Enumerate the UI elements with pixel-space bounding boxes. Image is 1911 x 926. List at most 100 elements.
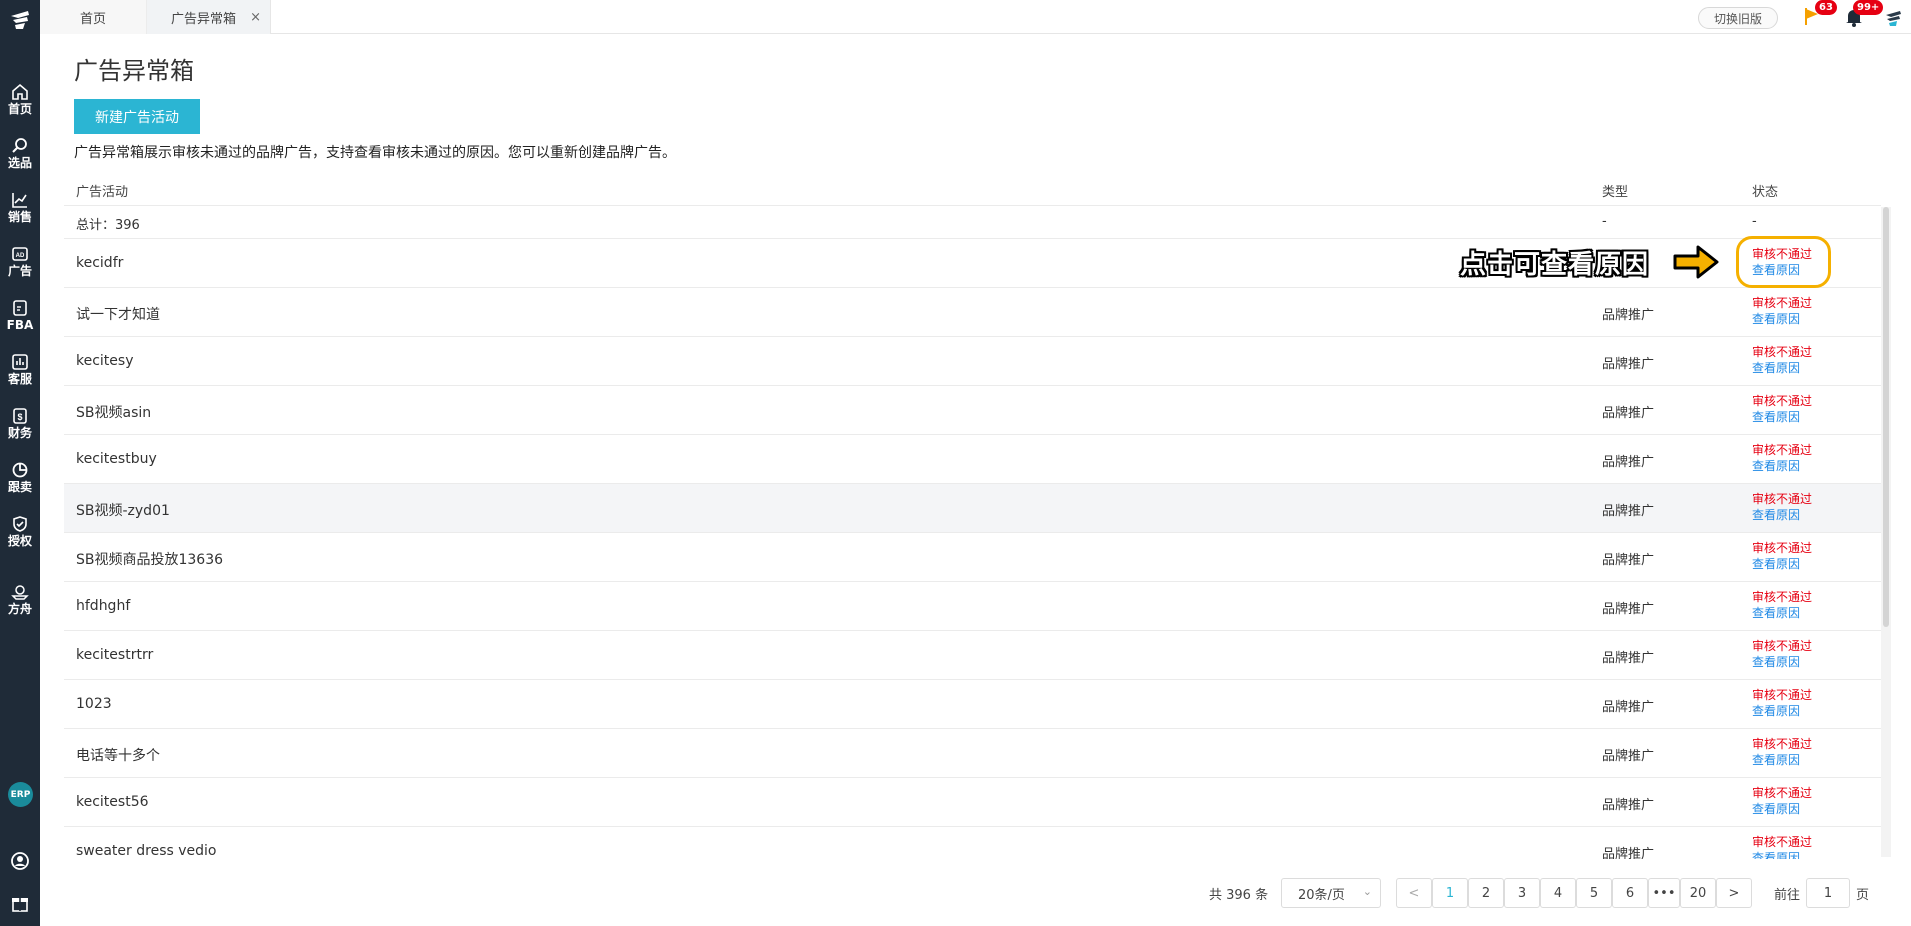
sidebar-item-sales[interactable]: 销售 — [0, 184, 40, 230]
view-reason-link[interactable]: 查看原因 — [1752, 654, 1812, 670]
view-reason-link[interactable]: 查看原因 — [1752, 605, 1812, 621]
page-button[interactable]: 6 — [1612, 878, 1648, 908]
view-reason-link[interactable]: 查看原因 — [1752, 703, 1812, 719]
sidebar-item-service[interactable]: 客服 — [0, 346, 40, 392]
campaign-type: 品牌推广 — [1602, 602, 1655, 617]
close-icon[interactable]: × — [250, 10, 261, 25]
campaign-type: 品牌推广 — [1602, 357, 1655, 372]
finance-icon: $ — [13, 407, 27, 424]
total-status: - — [1752, 214, 1757, 229]
total-label: 总计：396 — [76, 218, 140, 233]
next-page-button[interactable]: > — [1716, 878, 1752, 908]
prev-page-button[interactable]: < — [1396, 878, 1432, 908]
table-row: SB视频-zyd01 品牌推广 审核不通过 查看原因 — [64, 484, 1881, 533]
page-button[interactable]: 4 — [1540, 878, 1576, 908]
status-rejected: 审核不通过 — [1752, 737, 1813, 751]
campaign-name: kecitesy — [76, 353, 134, 369]
annotation-text: 点击可查看原因 — [1460, 250, 1650, 280]
gift-icon[interactable] — [10, 893, 30, 913]
view-reason-link[interactable]: 查看原因 — [1752, 556, 1812, 572]
sidebar-item-auth[interactable]: 授权 — [0, 508, 40, 554]
page-size-value: 20条/页 — [1298, 887, 1345, 903]
page-size-select[interactable]: 20条/页 ⌄ — [1281, 878, 1381, 908]
page-button[interactable]: ••• — [1648, 878, 1680, 908]
view-reason-link[interactable]: 查看原因 — [1752, 801, 1812, 817]
status-rejected: 审核不通过 — [1752, 835, 1813, 849]
campaign-name: sweater dress vedio — [76, 843, 217, 859]
sidebar-item-fba[interactable]: FBA — [0, 292, 40, 338]
page-button[interactable]: 5 — [1576, 878, 1612, 908]
message-badge: 99+ — [1853, 0, 1884, 15]
sidebar-item-finance[interactable]: $ 财务 — [0, 400, 40, 446]
page-button[interactable]: 20 — [1680, 878, 1716, 908]
status-rejected: 审核不通过 — [1752, 443, 1813, 457]
view-reason-link[interactable]: 查看原因 — [1752, 458, 1812, 474]
campaign-type: 品牌推广 — [1602, 455, 1655, 470]
follow-icon — [12, 462, 28, 477]
campaign-type: 品牌推广 — [1602, 798, 1655, 813]
sidebar-item-follow[interactable]: 跟卖 — [0, 454, 40, 500]
campaign-status: 审核不通过 查看原因 — [1752, 687, 1812, 719]
annotation-highlight — [1736, 236, 1831, 288]
ark-icon — [11, 584, 29, 600]
sidebar-label: 方舟 — [7, 601, 32, 616]
service-icon — [12, 353, 28, 370]
page-title: 广告异常箱 — [74, 57, 194, 85]
campaign-name: kecitest56 — [76, 794, 149, 810]
sidebar-label: 跟卖 — [7, 479, 32, 494]
goto-page-input[interactable] — [1806, 878, 1850, 908]
switch-version-button[interactable]: 切换旧版 — [1698, 7, 1778, 29]
status-rejected: 审核不通过 — [1752, 541, 1813, 555]
chevron-left-icon: < — [1408, 885, 1420, 901]
campaign-name: SB视频asin — [76, 405, 152, 421]
campaign-status: 审核不通过 查看原因 — [1752, 589, 1812, 621]
view-reason-link[interactable]: 查看原因 — [1752, 311, 1812, 327]
table-row: 试一下才知道 品牌推广 审核不通过 查看原因 — [64, 288, 1881, 337]
scrollbar-thumb[interactable] — [1883, 207, 1889, 627]
tab-home[interactable]: 首页 — [40, 0, 147, 34]
campaign-name: kecitestrtrr — [76, 647, 154, 663]
status-rejected: 审核不通过 — [1752, 345, 1813, 359]
status-rejected: 审核不通过 — [1752, 590, 1813, 604]
status-rejected: 审核不通过 — [1752, 394, 1813, 408]
campaign-type: 品牌推广 — [1602, 749, 1655, 764]
campaign-status: 审核不通过 查看原因 — [1752, 491, 1812, 523]
sidebar-label: 销售 — [7, 209, 32, 224]
top-bar: 首页 广告异常箱 × 切换旧版 63 99+ — [40, 0, 1911, 34]
table-row: SB视频asin 品牌推广 审核不通过 查看原因 — [64, 386, 1881, 435]
fba-icon — [13, 299, 27, 316]
campaign-type: 品牌推广 — [1602, 308, 1655, 323]
tab-ad-exception[interactable]: 广告异常箱 × — [147, 0, 271, 34]
headset-icon[interactable] — [10, 851, 30, 871]
sidebar-item-ads[interactable]: AD 广告 — [0, 238, 40, 284]
sidebar-item-home[interactable]: 首页 — [0, 76, 40, 122]
sidebar-item-ark[interactable]: 方舟 — [0, 576, 40, 622]
view-reason-link[interactable]: 查看原因 — [1752, 850, 1812, 859]
user-avatar-icon[interactable] — [1882, 6, 1904, 28]
tab-label: 广告异常箱 — [171, 11, 237, 27]
pagination-total: 共 396 条 — [1209, 888, 1269, 903]
page-button[interactable]: 1 — [1432, 878, 1468, 908]
erp-badge[interactable]: ERP — [8, 782, 33, 807]
campaign-status: 审核不通过 查看原因 — [1752, 344, 1812, 376]
campaign-name: 1023 — [76, 696, 112, 712]
campaign-status: 审核不通过 查看原因 — [1752, 540, 1812, 572]
page-button[interactable]: 2 — [1468, 878, 1504, 908]
view-reason-link[interactable]: 查看原因 — [1752, 360, 1812, 376]
table-row: sweater dress vedio 品牌推广 审核不通过 查看原因 — [64, 827, 1881, 859]
chevron-down-icon: ⌄ — [1362, 885, 1372, 898]
page-button[interactable]: 3 — [1504, 878, 1540, 908]
total-row: 总计：396 - - — [64, 206, 1881, 239]
svg-text:AD: AD — [16, 253, 25, 259]
campaign-status: 审核不通过 查看原因 — [1752, 834, 1812, 859]
chart-icon — [12, 192, 27, 208]
header-campaign: 广告活动 — [76, 185, 129, 200]
sidebar-item-selection[interactable]: 选品 — [0, 130, 40, 176]
view-reason-link[interactable]: 查看原因 — [1752, 752, 1812, 768]
notification-badge: 63 — [1815, 0, 1837, 15]
table-row: hfdhghf 品牌推广 审核不通过 查看原因 — [64, 582, 1881, 631]
campaign-type: 品牌推广 — [1602, 700, 1655, 715]
new-campaign-button[interactable]: 新建广告活动 — [74, 99, 200, 134]
view-reason-link[interactable]: 查看原因 — [1752, 409, 1812, 425]
view-reason-link[interactable]: 查看原因 — [1752, 507, 1812, 523]
